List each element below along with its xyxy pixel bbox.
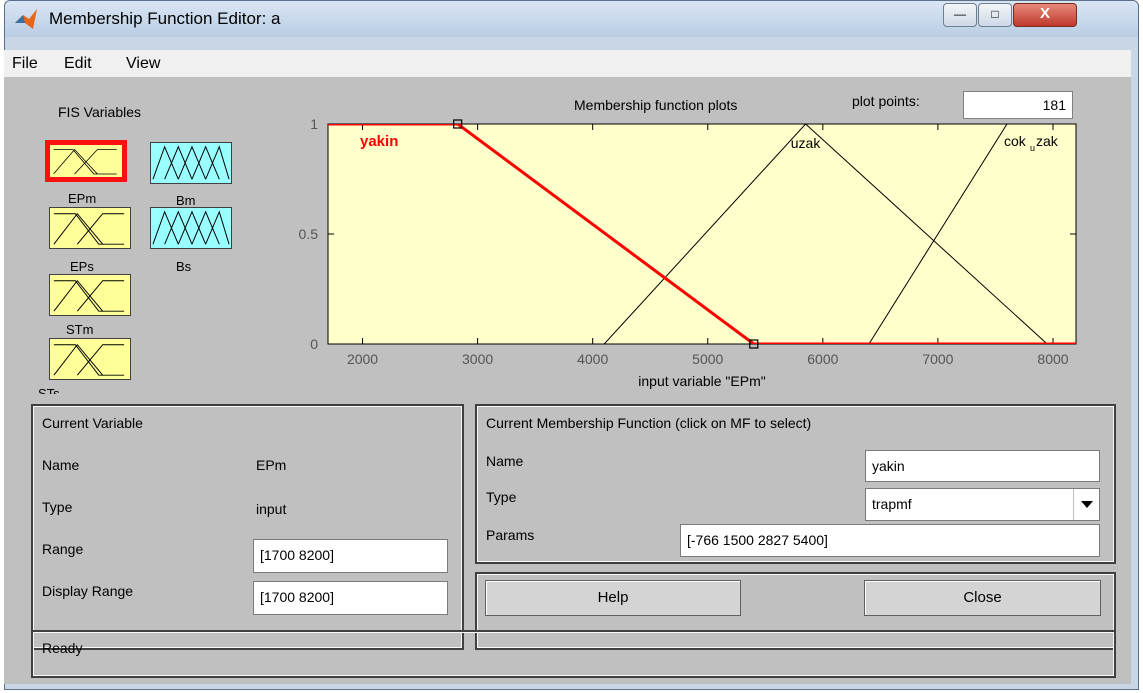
mf-plot[interactable]: 2000 3000 4000 5000 6000 7000 8000 0 0.5 1 yakin u… — [280, 118, 1100, 394]
current-mf-title: Current Membership Function (click on MF… — [486, 415, 812, 431]
help-button[interactable]: Help — [485, 580, 741, 616]
x-tick-label: 5000 — [692, 351, 723, 367]
mf-label-uzak: uzak — [791, 135, 822, 151]
variable-type-value: input — [256, 501, 287, 517]
variable-range-label: Range — [42, 541, 84, 557]
variable-name-value: EPm — [256, 457, 287, 473]
mf-shape-icon — [53, 148, 117, 175]
mf-type-label: Type — [486, 489, 517, 505]
mf-label-cok-uzak-tail: zak — [1036, 133, 1059, 149]
fis-variable-label: Bm — [176, 193, 196, 208]
status-text: Ready — [42, 640, 83, 656]
plot-points-label: plot points: — [852, 93, 920, 109]
mf-type-dropdown[interactable]: trapmf — [865, 488, 1100, 521]
menu-edit[interactable]: Edit — [64, 55, 92, 73]
fis-variable-sts[interactable] — [49, 338, 131, 380]
fis-variable-label: EPs — [70, 259, 94, 274]
fis-variable-label: STm — [66, 322, 94, 337]
mf-name-label: Name — [486, 453, 524, 469]
menu-view[interactable]: View — [126, 55, 160, 73]
maximize-button[interactable]: □ — [978, 3, 1012, 27]
fis-variable-label-clip: STs — [30, 384, 90, 394]
matlab-logo-icon — [15, 9, 37, 29]
mf-plots-title: Membership function plots — [574, 97, 738, 113]
fis-variable-bs[interactable] — [150, 207, 232, 249]
mf-shape-icon — [152, 210, 230, 245]
display-range-input[interactable]: [1700 8200] — [253, 581, 448, 615]
fis-variable-bm[interactable] — [150, 142, 232, 184]
menu-bar: File Edit View — [4, 50, 1131, 78]
x-axis-label: input variable "EPm" — [638, 373, 765, 389]
variable-name-label: Name — [42, 457, 80, 473]
x-tick-label: 2000 — [347, 351, 378, 367]
close-button[interactable]: Close — [864, 580, 1101, 616]
mf-shape-icon — [53, 212, 125, 245]
mf-type-value: trapmf — [872, 496, 912, 512]
fis-variable-eps[interactable] — [49, 207, 131, 249]
x-tick-label: 3000 — [462, 351, 493, 367]
menu-file[interactable]: File — [12, 55, 38, 73]
y-tick-label: 0.5 — [299, 226, 319, 242]
maximize-icon: □ — [991, 7, 999, 21]
variable-type-label: Type — [42, 499, 73, 515]
plot-background[interactable] — [327, 123, 1077, 345]
title-bar[interactable]: Membership Function Editor: a — □ X — [5, 1, 1138, 37]
mf-params-label: Params — [486, 527, 535, 543]
x-tick-label: 6000 — [807, 351, 838, 367]
fis-variables-title: FIS Variables — [58, 104, 141, 120]
status-bar — [31, 630, 1116, 678]
x-tick-label: 7000 — [922, 351, 953, 367]
mf-params-input[interactable]: [-766 1500 2827 5400] — [680, 524, 1100, 557]
close-window-button[interactable]: X — [1013, 3, 1077, 27]
x-tick-label: 4000 — [577, 351, 608, 367]
plot-points-input[interactable]: 181 — [963, 91, 1073, 119]
mf-shape-icon — [152, 145, 230, 180]
window-title: Membership Function Editor: a — [49, 9, 281, 28]
y-tick-label: 0 — [310, 336, 318, 352]
mf-label-cok-uzak-subscript: u — [1030, 143, 1035, 153]
display-range-label: Display Range — [42, 583, 134, 599]
mf-name-input[interactable]: yakin — [865, 450, 1100, 482]
fis-variable-label: Bs — [176, 259, 192, 274]
mf-label-yakin: yakin — [360, 133, 398, 150]
fis-variable-epm[interactable] — [45, 140, 127, 182]
chevron-down-icon — [1081, 501, 1093, 508]
mf-shape-icon — [53, 279, 125, 312]
variable-range-input[interactable]: [1700 8200] — [253, 539, 448, 573]
fis-variable-label: STs — [38, 386, 60, 394]
panel-bevel — [33, 632, 1114, 676]
mf-label-cok-uzak: cok — [1004, 133, 1027, 149]
close-icon: X — [1039, 5, 1050, 22]
minimize-icon: — — [954, 7, 966, 21]
y-tick-label: 1 — [310, 118, 318, 132]
minimize-button[interactable]: — — [943, 3, 977, 27]
dropdown-button[interactable] — [1073, 489, 1099, 520]
mf-shape-icon — [53, 343, 125, 376]
current-variable-title: Current Variable — [42, 415, 143, 431]
fis-variable-label: EPm — [68, 191, 97, 206]
fis-variable-stm[interactable] — [49, 274, 131, 316]
x-tick-label: 8000 — [1037, 351, 1068, 367]
